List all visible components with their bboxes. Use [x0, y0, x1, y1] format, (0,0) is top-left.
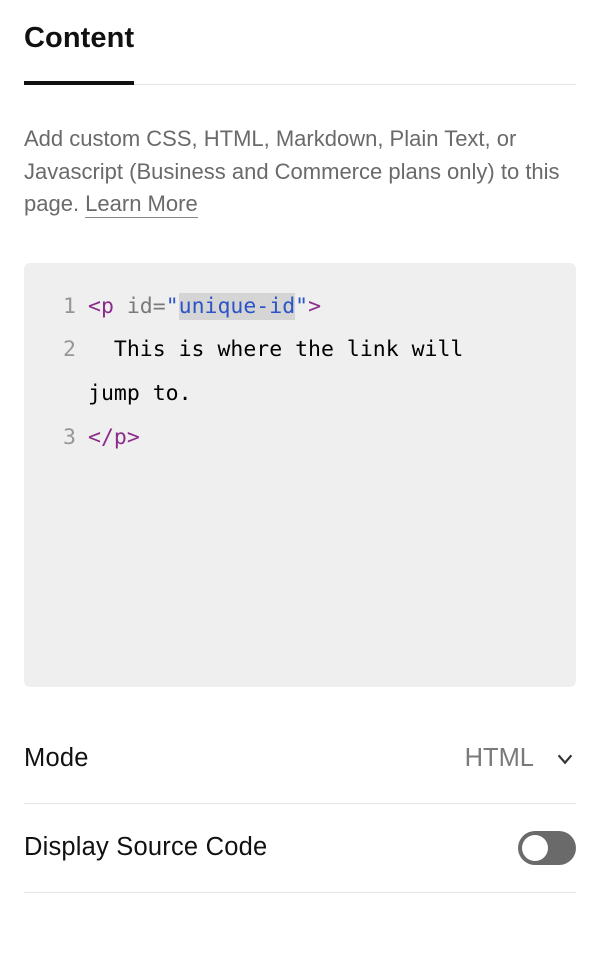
display-source-toggle[interactable] — [518, 831, 576, 865]
display-source-label: Display Source Code — [24, 833, 267, 862]
mode-label: Mode — [24, 744, 89, 773]
mode-row: Mode HTML — [24, 715, 576, 804]
toggle-knob — [522, 835, 548, 861]
line-number: 2 — [42, 328, 76, 372]
code-line: 2 This is where the link will — [42, 328, 558, 372]
chevron-down-icon — [554, 748, 576, 770]
line-number: 1 — [42, 285, 76, 329]
code-text: <p id="unique-id"> — [76, 285, 558, 329]
code-editor[interactable]: 1 <p id="unique-id"> 2 This is where the… — [24, 263, 576, 687]
mode-select[interactable]: HTML — [465, 744, 576, 773]
code-text: This is where the link will — [76, 328, 558, 372]
learn-more-link[interactable]: Learn More — [85, 191, 198, 218]
mode-value: HTML — [465, 744, 534, 773]
description-text: Add custom CSS, HTML, Markdown, Plain Te… — [24, 123, 564, 221]
line-number: 3 — [42, 416, 76, 460]
tab-content[interactable]: Content — [24, 22, 134, 85]
display-source-row: Display Source Code — [24, 804, 576, 893]
code-text: jump to. — [42, 372, 558, 416]
code-line: 1 <p id="unique-id"> — [42, 285, 558, 329]
code-text: </p> — [76, 416, 558, 460]
tabs: Content — [24, 22, 576, 85]
code-line: 3 </p> — [42, 416, 558, 460]
